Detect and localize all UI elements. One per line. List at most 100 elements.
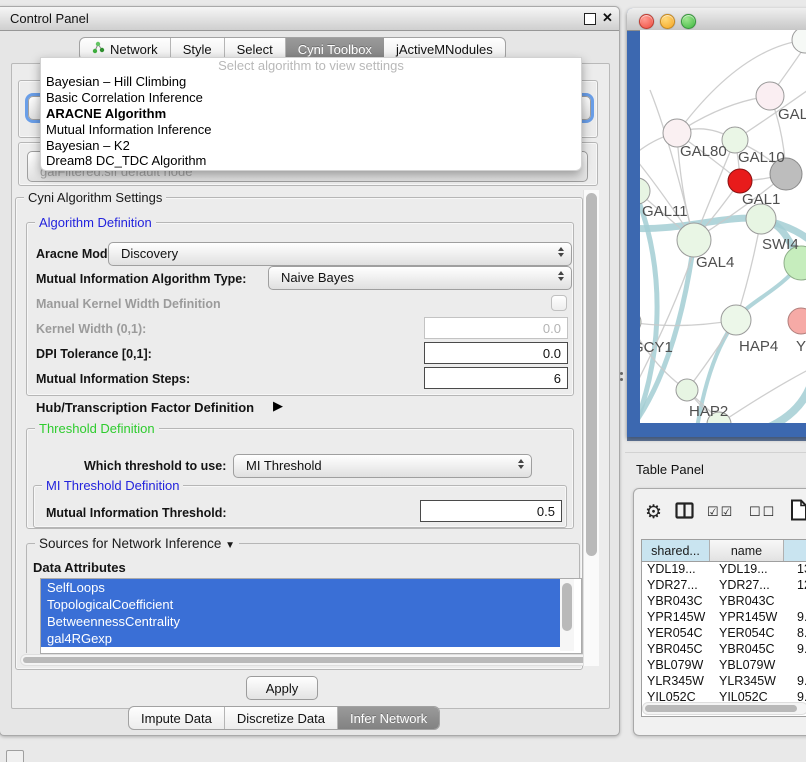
table-cell: 9.	[792, 642, 806, 658]
data-attributes-label: Data Attributes	[33, 560, 126, 575]
which-threshold-combobox[interactable]: MI Threshold	[233, 454, 532, 478]
network-view-titlebar[interactable]	[627, 8, 806, 31]
gear-icon[interactable]: ⚙	[645, 501, 662, 524]
mi-algorithm-type-combobox[interactable]: Naive Bayes	[268, 266, 572, 290]
attributes-scrollbar[interactable]	[560, 579, 574, 651]
table-body: YDL19...YDL19...13YDR27...YDR27...12YBR0…	[642, 562, 806, 706]
aracne-mode-combobox[interactable]: Discovery	[108, 242, 572, 266]
deselect-all-checkboxes-icon[interactable]: ☐☐	[749, 504, 776, 520]
network-node[interactable]	[788, 308, 806, 334]
float-window-icon[interactable]	[584, 13, 596, 25]
expander-right-icon[interactable]: ▶	[273, 398, 283, 414]
network-node[interactable]	[721, 305, 751, 335]
expander-down-icon[interactable]: ▼	[225, 540, 235, 551]
network-node-label: GAL4	[696, 254, 734, 271]
network-canvas[interactable]: GALGAL80GAL10GAL1GAL11SWI4GAL4GCY1HAP4YH…	[640, 30, 806, 423]
dpi-tolerance-field[interactable]: 0.0	[424, 342, 568, 364]
table-cell: YDL19...	[642, 562, 714, 578]
spinner-arrows-icon	[558, 247, 564, 257]
close-traffic-light[interactable]	[639, 14, 654, 29]
network-node-label: Y	[796, 338, 806, 355]
sources-title[interactable]: Sources for Network Inference ▼	[35, 536, 239, 551]
network-node[interactable]	[676, 379, 698, 401]
network-node[interactable]	[746, 204, 776, 234]
dropdown-item[interactable]: Basic Correlation Inference	[41, 90, 581, 106]
network-node[interactable]	[792, 30, 806, 53]
table-horizontal-scrollbar[interactable]	[642, 702, 806, 715]
hub-definition-label[interactable]: Hub/Transcription Factor Definition	[36, 400, 254, 415]
mi-steps-field[interactable]: 6	[424, 367, 568, 389]
cyni-algorithm-settings-title: Cyni Algorithm Settings	[24, 190, 166, 205]
tab-infer-network[interactable]: Infer Network	[338, 707, 439, 729]
screen: Control Panel ✕ Network Style Select Cyn…	[0, 0, 806, 762]
apply-button[interactable]: Apply	[246, 676, 318, 700]
table-row[interactable]: YER054CYER054C8.	[642, 626, 806, 642]
table-cell	[792, 594, 806, 610]
data-attributes-list[interactable]: SelfLoopsTopologicalCoefficientBetweenne…	[40, 578, 582, 654]
dropdown-items: Bayesian – Hill ClimbingBasic Correlatio…	[41, 74, 581, 169]
column-header-partial[interactable]: A	[784, 540, 806, 561]
attribute-list-item[interactable]: BetweennessCentrality	[41, 613, 563, 630]
table-cell: 9.	[792, 674, 806, 690]
manual-kernel-width-checkbox[interactable]	[551, 295, 567, 311]
table-cell	[792, 658, 806, 674]
settings-horizontal-scrollbar[interactable]	[20, 654, 598, 666]
select-all-checkboxes-icon[interactable]: ☑☑	[707, 504, 734, 520]
collapsed-panel-icon[interactable]	[6, 750, 24, 762]
table-panel-title: Table Panel	[636, 462, 704, 477]
table-cell: 12	[792, 578, 806, 594]
kernel-width-label: Kernel Width (0,1):	[36, 322, 146, 336]
minimize-traffic-light[interactable]	[660, 14, 675, 29]
network-node-label: GAL11	[642, 203, 688, 220]
table-panel-window: ⚙ ☑☑ ☐☐ shared... name A YDL19...YDL19..…	[633, 488, 806, 736]
splitpane-handle[interactable]	[620, 378, 623, 381]
network-node-label: SWI4	[762, 236, 799, 253]
dropdown-item[interactable]: Mutual Information Inference	[41, 122, 581, 138]
network-node-label: GAL10	[738, 149, 785, 166]
columns-icon[interactable]	[675, 502, 694, 524]
mi-threshold-field[interactable]: 0.5	[420, 500, 562, 522]
network-node-label: HAP2	[689, 403, 728, 420]
which-threshold-label: Which threshold to use:	[84, 459, 226, 473]
settings-vertical-scrollbar[interactable]	[583, 190, 599, 666]
column-header-shared-name[interactable]: shared...	[642, 540, 710, 561]
manual-kernel-width-label: Manual Kernel Width Definition	[36, 297, 221, 311]
attribute-list-item[interactable]: TopologicalCoefficient	[41, 596, 563, 613]
close-icon[interactable]: ✕	[602, 10, 613, 26]
zoom-traffic-light[interactable]	[681, 14, 696, 29]
attribute-list-item[interactable]: SelfLoops	[41, 579, 563, 596]
dropdown-item[interactable]: ARACNE Algorithm	[41, 106, 581, 122]
network-window-shadow	[627, 437, 806, 441]
kernel-width-field[interactable]: 0.0	[424, 317, 568, 339]
network-node[interactable]	[640, 310, 641, 334]
network-node-label: HAP4	[739, 338, 778, 355]
table-row[interactable]: YBR045CYBR045C9.	[642, 642, 806, 658]
tab-impute-data[interactable]: Impute Data	[129, 707, 225, 729]
table-row[interactable]: YBR043CYBR043C	[642, 594, 806, 610]
function-builder-icon[interactable]	[790, 499, 806, 526]
table-row[interactable]: YDR27...YDR27...12	[642, 578, 806, 594]
table-row[interactable]: YBL079WYBL079W	[642, 658, 806, 674]
column-header-name[interactable]: name	[710, 540, 784, 561]
control-panel-titlebar[interactable]: Control Panel ✕	[0, 7, 619, 31]
algorithm-dropdown-popup: Select algorithm to view settings Bayesi…	[40, 57, 582, 171]
table-cell: YPR145W	[714, 610, 792, 626]
splitpane-handle[interactable]	[620, 372, 623, 375]
threshold-definition-title: Threshold Definition	[35, 421, 159, 436]
network-node[interactable]	[677, 223, 711, 257]
tab-network-label: Network	[110, 42, 158, 57]
dropdown-item[interactable]: Dream8 DC_TDC Algorithm	[41, 153, 581, 169]
network-node[interactable]	[728, 169, 752, 193]
table-row[interactable]: YDL19...YDL19...13	[642, 562, 806, 578]
table-cell: YBL079W	[642, 658, 714, 674]
tab-discretize-data[interactable]: Discretize Data	[225, 707, 338, 729]
table-cell: YDL19...	[714, 562, 792, 578]
table-row[interactable]: YPR145WYPR145W9.	[642, 610, 806, 626]
table-cell: YBR043C	[642, 594, 714, 610]
attribute-list-item[interactable]: gal4RGexp	[41, 630, 563, 647]
dropdown-item[interactable]: Bayesian – K2	[41, 138, 581, 154]
dropdown-item[interactable]: Bayesian – Hill Climbing	[41, 74, 581, 90]
table-row[interactable]: YLR345WYLR345W9.	[642, 674, 806, 690]
network-view-window: GALGAL80GAL10GAL1GAL11SWI4GAL4GCY1HAP4YH…	[627, 8, 806, 437]
dropdown-placeholder: Select algorithm to view settings	[41, 58, 581, 74]
